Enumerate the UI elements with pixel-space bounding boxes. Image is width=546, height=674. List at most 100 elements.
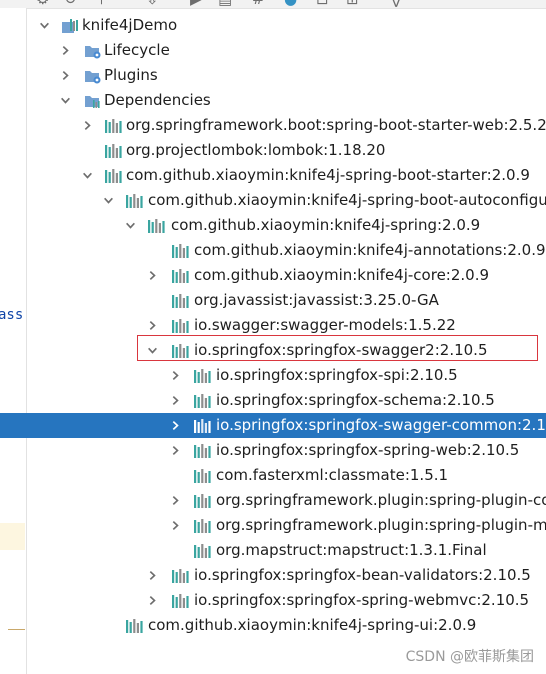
library-icon <box>193 418 211 434</box>
tree-row-springfox-spi[interactable]: io.springfox:springfox-spi:2.10.5 <box>0 363 546 388</box>
chevron-down-icon[interactable] <box>37 13 51 38</box>
tree-row-spring-plugin-metadata[interactable]: org.springframework.plugin:spring-plugin… <box>0 513 546 538</box>
toolbar-run-icon[interactable]: ▶ <box>190 0 202 7</box>
plugins-folder-icon <box>84 68 102 84</box>
toolbar-offline-icon[interactable]: # <box>252 0 265 7</box>
library-icon <box>171 568 189 584</box>
library-icon <box>193 393 211 409</box>
tree-row-springfox-spring-webmvc[interactable]: io.springfox:springfox-spring-webmvc:2.1… <box>0 588 546 613</box>
toolbar-sync-icon[interactable]: ↻ <box>64 0 77 7</box>
library-icon <box>147 218 165 234</box>
chevron-right-icon[interactable] <box>145 563 159 588</box>
tree-row-classmate[interactable]: com.fasterxml:classmate:1.5.1 <box>0 463 546 488</box>
tree-row-springfox-swagger-common[interactable]: io.springfox:springfox-swagger-common:2.… <box>0 413 546 438</box>
tree-row-label: io.springfox:springfox-bean-validators:2… <box>194 566 531 584</box>
library-icon <box>104 118 122 134</box>
library-icon <box>125 618 143 634</box>
tree-row-springfox-swagger2[interactable]: io.springfox:springfox-swagger2:2.10.5 <box>0 338 546 363</box>
tree-row-knife4jdemo[interactable]: knife4jDemo <box>0 13 546 38</box>
chevron-right-icon[interactable] <box>168 488 182 513</box>
tree-row-label: com.github.xiaoymin:knife4j-spring:2.0.9 <box>171 216 481 234</box>
chevron-right-icon[interactable] <box>58 38 72 63</box>
chevron-right-icon[interactable] <box>145 263 159 288</box>
chevron-right-icon[interactable] <box>58 63 72 88</box>
tree-row-knife4j-core[interactable]: com.github.xiaoymin:knife4j-core:2.0.9 <box>0 263 546 288</box>
tree-row-label: com.github.xiaoymin:knife4j-spring-boot-… <box>148 191 546 209</box>
toolbar-skip-tests-icon[interactable]: ● <box>284 0 297 7</box>
toolbar-settings-icon[interactable]: ⚙ <box>36 0 49 7</box>
tree-row-knife4j-spring-boot-starter[interactable]: com.github.xiaoymin:knife4j-spring-boot-… <box>0 163 546 188</box>
library-icon <box>193 368 211 384</box>
tree-row-label: io.springfox:springfox-spring-webmvc:2.1… <box>194 591 530 609</box>
chevron-right-icon[interactable] <box>168 438 182 463</box>
tree-row-label: io.springfox:springfox-swagger-common:2.… <box>216 416 546 434</box>
tree-row-label: com.github.xiaoymin:knife4j-spring-ui:2.… <box>148 616 477 634</box>
library-icon <box>171 593 189 609</box>
toolbar-show-deps-icon[interactable]: ⊞ <box>346 0 359 7</box>
tree-row-lifecycle[interactable]: Lifecycle <box>0 38 546 63</box>
tree-row-plugins[interactable]: Plugins <box>0 63 546 88</box>
toolbar-toggle-icon[interactable]: ▤ <box>218 0 232 7</box>
chevron-right-icon[interactable] <box>168 388 182 413</box>
toolbar-download-icon[interactable]: ⇩ <box>146 0 159 7</box>
tree-row-label: com.fasterxml:classmate:1.5.1 <box>216 466 449 484</box>
tree-row-label: org.projectlombok:lombok:1.18.20 <box>126 141 386 159</box>
library-icon <box>104 168 122 184</box>
tree-row-knife4j-spring-ui[interactable]: com.github.xiaoymin:knife4j-spring-ui:2.… <box>0 613 546 638</box>
library-icon <box>171 343 189 359</box>
library-icon <box>171 318 189 334</box>
toolbar-add-icon[interactable]: ＋ <box>94 0 109 7</box>
tree-row-knife4j-spring-boot-autoconfigure[interactable]: com.github.xiaoymin:knife4j-spring-boot-… <box>0 188 546 213</box>
tree-row-label: org.springframework.plugin:spring-plugin… <box>216 491 546 509</box>
tree-row-label: Plugins <box>104 66 158 84</box>
chevron-right-icon[interactable] <box>145 313 159 338</box>
tree-row-label: io.springfox:springfox-spring-web:2.10.5 <box>216 441 520 459</box>
tree-row-label: com.github.xiaoymin:knife4j-annotations:… <box>194 241 546 259</box>
chevron-right-icon[interactable] <box>168 513 182 538</box>
chevron-down-icon[interactable] <box>145 338 159 363</box>
tree-row-spring-boot-starter-web[interactable]: org.springframework.boot:spring-boot-sta… <box>0 113 546 138</box>
toolbar: ⚙ ↻ ＋ ⇩ ▶ ▤ # ● ⊟ ⊞ ⋁ <box>0 0 546 9</box>
tree-row-lombok[interactable]: org.projectlombok:lombok:1.18.20 <box>0 138 546 163</box>
lifecycle-folder-icon <box>84 43 102 59</box>
library-icon <box>193 543 211 559</box>
toolbar-collapse-icon[interactable]: ⊟ <box>316 0 329 7</box>
tree-row-swagger-models[interactable]: io.swagger:swagger-models:1.5.22 <box>0 313 546 338</box>
library-icon <box>193 468 211 484</box>
dependencies-folder-icon <box>84 93 102 109</box>
chevron-right-icon[interactable] <box>168 413 182 438</box>
tree-row-label: io.springfox:springfox-spi:2.10.5 <box>216 366 458 384</box>
tree-row-label: com.github.xiaoymin:knife4j-core:2.0.9 <box>194 266 490 284</box>
tree-row-knife4j-spring[interactable]: com.github.xiaoymin:knife4j-spring:2.0.9 <box>0 213 546 238</box>
toolbar-more-icon[interactable]: ⋁ <box>390 0 402 7</box>
chevron-right-icon[interactable] <box>80 113 94 138</box>
module-icon <box>61 18 79 34</box>
tree-row-springfox-bean-validators[interactable]: io.springfox:springfox-bean-validators:2… <box>0 563 546 588</box>
tree-row-mapstruct[interactable]: org.mapstruct:mapstruct:1.3.1.Final <box>0 538 546 563</box>
tree-row-label: knife4jDemo <box>82 16 178 34</box>
tree-row-springfox-spring-web[interactable]: io.springfox:springfox-spring-web:2.10.5 <box>0 438 546 463</box>
tree-row-label: org.springframework.boot:spring-boot-sta… <box>126 116 546 134</box>
tree-row-label: org.javassist:javassist:3.25.0-GA <box>194 291 439 309</box>
tree-row-label: io.springfox:springfox-swagger2:2.10.5 <box>194 341 488 359</box>
chevron-down-icon[interactable] <box>80 163 94 188</box>
tree-row-label: io.springfox:springfox-schema:2.10.5 <box>216 391 495 409</box>
tree-row-javassist[interactable]: org.javassist:javassist:3.25.0-GA <box>0 288 546 313</box>
library-icon <box>171 243 189 259</box>
tree-row-springfox-schema[interactable]: io.springfox:springfox-schema:2.10.5 <box>0 388 546 413</box>
tree-row-label: com.github.xiaoymin:knife4j-spring-boot-… <box>126 166 530 184</box>
chevron-down-icon[interactable] <box>101 188 115 213</box>
chevron-right-icon[interactable] <box>168 363 182 388</box>
tree-row-label: Lifecycle <box>104 41 170 59</box>
library-icon <box>171 268 189 284</box>
library-icon <box>193 518 211 534</box>
tree-row-dependencies[interactable]: Dependencies <box>0 88 546 113</box>
tree-row-knife4j-annotations[interactable]: com.github.xiaoymin:knife4j-annotations:… <box>0 238 546 263</box>
library-icon <box>104 143 122 159</box>
chevron-right-icon[interactable] <box>145 588 159 613</box>
library-icon <box>125 193 143 209</box>
chevron-down-icon[interactable] <box>58 88 72 113</box>
chevron-down-icon[interactable] <box>123 213 137 238</box>
tree-row-spring-plugin-core[interactable]: org.springframework.plugin:spring-plugin… <box>0 488 546 513</box>
tree-row-label: Dependencies <box>104 91 211 109</box>
